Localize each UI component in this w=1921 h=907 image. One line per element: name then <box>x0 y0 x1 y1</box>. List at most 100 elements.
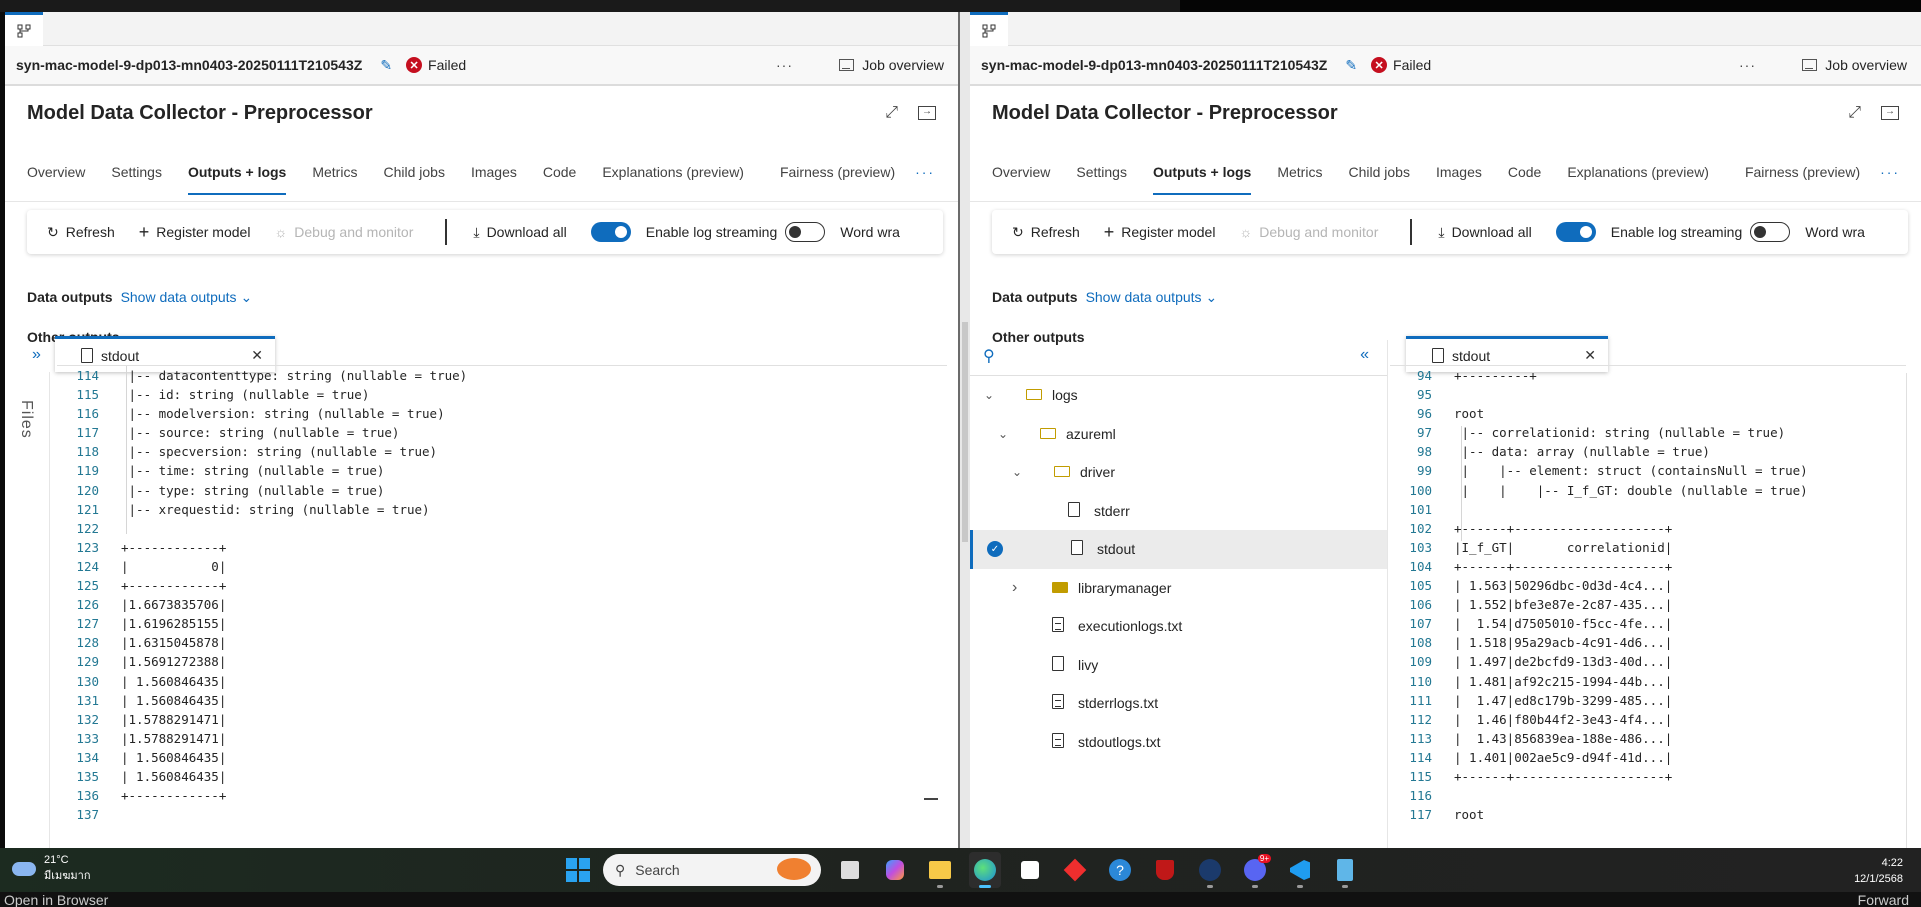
chevron-down-icon[interactable]: ⌄ <box>984 388 994 402</box>
tab-fairness[interactable]: Fairness (preview) <box>780 162 895 198</box>
outputs-toolbar: ↻ Refresh + Register model ☼ Debug and moni… <box>27 210 943 254</box>
edge-icon[interactable] <box>969 852 1001 888</box>
line-number: 122 <box>76 520 99 536</box>
file-name: librarymanager <box>1078 579 1172 596</box>
file-tree-item[interactable]: ⌄ logs <box>970 376 1387 415</box>
toggle-switch-on[interactable] <box>1555 222 1596 242</box>
register-model-button[interactable]: + Register model <box>139 222 251 243</box>
copilot-icon[interactable] <box>879 852 911 888</box>
word-wrap-toggle[interactable]: Word wra <box>1750 222 1865 242</box>
register-model-button[interactable]: + Register model <box>1104 222 1216 243</box>
file-tree-item[interactable]: stdoutlogs.txt <box>970 723 1387 762</box>
file-tree-item[interactable]: stderrlogs.txt <box>970 684 1387 723</box>
text-file-icon <box>1052 694 1064 712</box>
more-options-button[interactable]: ··· <box>1739 57 1756 73</box>
toggle-switch-off[interactable] <box>785 222 826 242</box>
more-tabs-button[interactable]: ··· <box>915 162 935 198</box>
download-all-button[interactable]: ⤓ Download all <box>1438 224 1531 241</box>
log-viewer[interactable]: 114 |-- datacontenttype: string (nullabl… <box>57 365 947 840</box>
discord-icon[interactable]: 9+ <box>1239 852 1271 888</box>
weather-widget[interactable]: 21°C มีเมฆมาก <box>12 854 91 884</box>
line-text: | 1.497|de2bcfd9-13d3-40d...| <box>1454 654 1673 670</box>
chevron-right-icon[interactable]: › <box>1012 579 1017 597</box>
tab-explanations[interactable]: Explanations (preview) <box>1567 162 1709 198</box>
more-options-button[interactable]: ··· <box>776 57 793 73</box>
taskbar-search[interactable]: ⚲ Search <box>603 854 821 886</box>
tab-metrics[interactable]: Metrics <box>1277 162 1322 198</box>
file-tree-item[interactable]: livy <box>970 646 1387 685</box>
chevron-down-icon[interactable]: ⌄ <box>1012 465 1022 479</box>
pipeline-tab[interactable] <box>970 12 1008 46</box>
chevron-down-icon[interactable]: ⌄ <box>998 427 1008 441</box>
toggle-switch-on[interactable] <box>590 222 631 242</box>
job-overview-button[interactable]: Job overview <box>1802 57 1907 73</box>
tab-fairness[interactable]: Fairness (preview) <box>1745 162 1860 198</box>
line-number: 128 <box>76 635 99 651</box>
collapse-tree-icon[interactable]: « <box>1360 346 1369 364</box>
line-number: 124 <box>76 558 99 574</box>
refresh-button[interactable]: ↻ Refresh <box>47 224 115 241</box>
file-tree-item[interactable]: executionlogs.txt <box>970 607 1387 646</box>
download-all-button[interactable]: ⤓ Download all <box>473 224 566 241</box>
tab-explanations[interactable]: Explanations (preview) <box>602 162 744 198</box>
task-view-icon[interactable] <box>834 852 866 888</box>
search-icon[interactable]: ⚲ <box>983 346 995 366</box>
edit-pencil-icon[interactable]: ✎ <box>1345 57 1357 74</box>
show-data-outputs-link[interactable]: Show data outputs ⌄ <box>121 289 253 306</box>
tab-outputs-logs[interactable]: Outputs + logs <box>1152 162 1252 198</box>
close-tab-icon[interactable]: ✕ <box>1584 347 1596 364</box>
tab-code[interactable]: Code <box>1508 162 1541 198</box>
file-tree-item[interactable]: stderr <box>970 492 1387 531</box>
log-streaming-toggle[interactable]: Enable log streaming <box>590 222 777 242</box>
tab-code[interactable]: Code <box>543 162 576 198</box>
expand-files-icon[interactable]: » <box>32 346 41 364</box>
vscode-icon[interactable] <box>1284 852 1316 888</box>
scrollbar-thumb[interactable] <box>962 322 968 542</box>
scroll-indicator[interactable] <box>924 798 938 800</box>
toggle-switch-off[interactable] <box>1750 222 1791 242</box>
job-overview-button[interactable]: Job overview <box>839 57 944 73</box>
tab-child-jobs[interactable]: Child jobs <box>383 162 444 198</box>
close-tab-icon[interactable]: ✕ <box>251 347 263 364</box>
store-icon[interactable] <box>1014 852 1046 888</box>
file-tree-item[interactable]: › librarymanager <box>970 569 1387 608</box>
file-tree-item[interactable]: ✓ stdout <box>970 530 1387 569</box>
more-tabs-button[interactable]: ··· <box>1880 162 1900 198</box>
log-streaming-toggle[interactable]: Enable log streaming <box>1555 222 1742 242</box>
line-number: 137 <box>76 807 99 823</box>
file-explorer-icon[interactable] <box>924 852 956 888</box>
mcafee-icon[interactable] <box>1149 852 1181 888</box>
panel-splitter[interactable] <box>958 12 970 848</box>
tab-images[interactable]: Images <box>471 162 517 198</box>
files-side-strip[interactable]: Files <box>5 372 50 848</box>
log-viewer[interactable]: 94 +---------+ 95 96 root 97 |-- correlationi… <box>1390 365 1906 840</box>
dock-panel-icon[interactable]: → <box>1881 106 1899 120</box>
notepad-icon[interactable] <box>1329 852 1361 888</box>
refresh-button[interactable]: ↻ Refresh <box>1012 224 1080 241</box>
tab-settings[interactable]: Settings <box>111 162 162 198</box>
system-clock[interactable]: 4:22 12/1/2568 <box>1854 855 1903 887</box>
steam-icon[interactable] <box>1194 852 1226 888</box>
app-red-diamond-icon[interactable] <box>1059 852 1091 888</box>
line-number: 112 <box>1409 711 1432 727</box>
start-button[interactable] <box>566 858 590 882</box>
tab-settings[interactable]: Settings <box>1076 162 1127 198</box>
tab-overview[interactable]: Overview <box>992 162 1050 198</box>
dock-panel-icon[interactable]: → <box>918 106 936 120</box>
tab-child-jobs[interactable]: Child jobs <box>1348 162 1409 198</box>
help-icon[interactable]: ? <box>1104 852 1136 888</box>
show-data-outputs-link[interactable]: Show data outputs ⌄ <box>1086 289 1218 306</box>
edit-pencil-icon[interactable]: ✎ <box>380 57 392 74</box>
scrollbar-track[interactable] <box>1906 373 1907 848</box>
expand-icon[interactable]: ⤢ <box>1848 104 1861 122</box>
expand-icon[interactable]: ⤢ <box>885 104 898 122</box>
pipeline-tab[interactable] <box>5 12 43 46</box>
tab-metrics[interactable]: Metrics <box>312 162 357 198</box>
tab-images[interactable]: Images <box>1436 162 1482 198</box>
tab-outputs-logs[interactable]: Outputs + logs <box>187 162 287 198</box>
file-tree-item[interactable]: ⌄ driver <box>970 453 1387 492</box>
word-wrap-toggle[interactable]: Word wra <box>785 222 900 242</box>
file-tree-item[interactable]: ⌄ azureml <box>970 415 1387 454</box>
line-number: 96 <box>1416 406 1432 422</box>
tab-overview[interactable]: Overview <box>27 162 85 198</box>
